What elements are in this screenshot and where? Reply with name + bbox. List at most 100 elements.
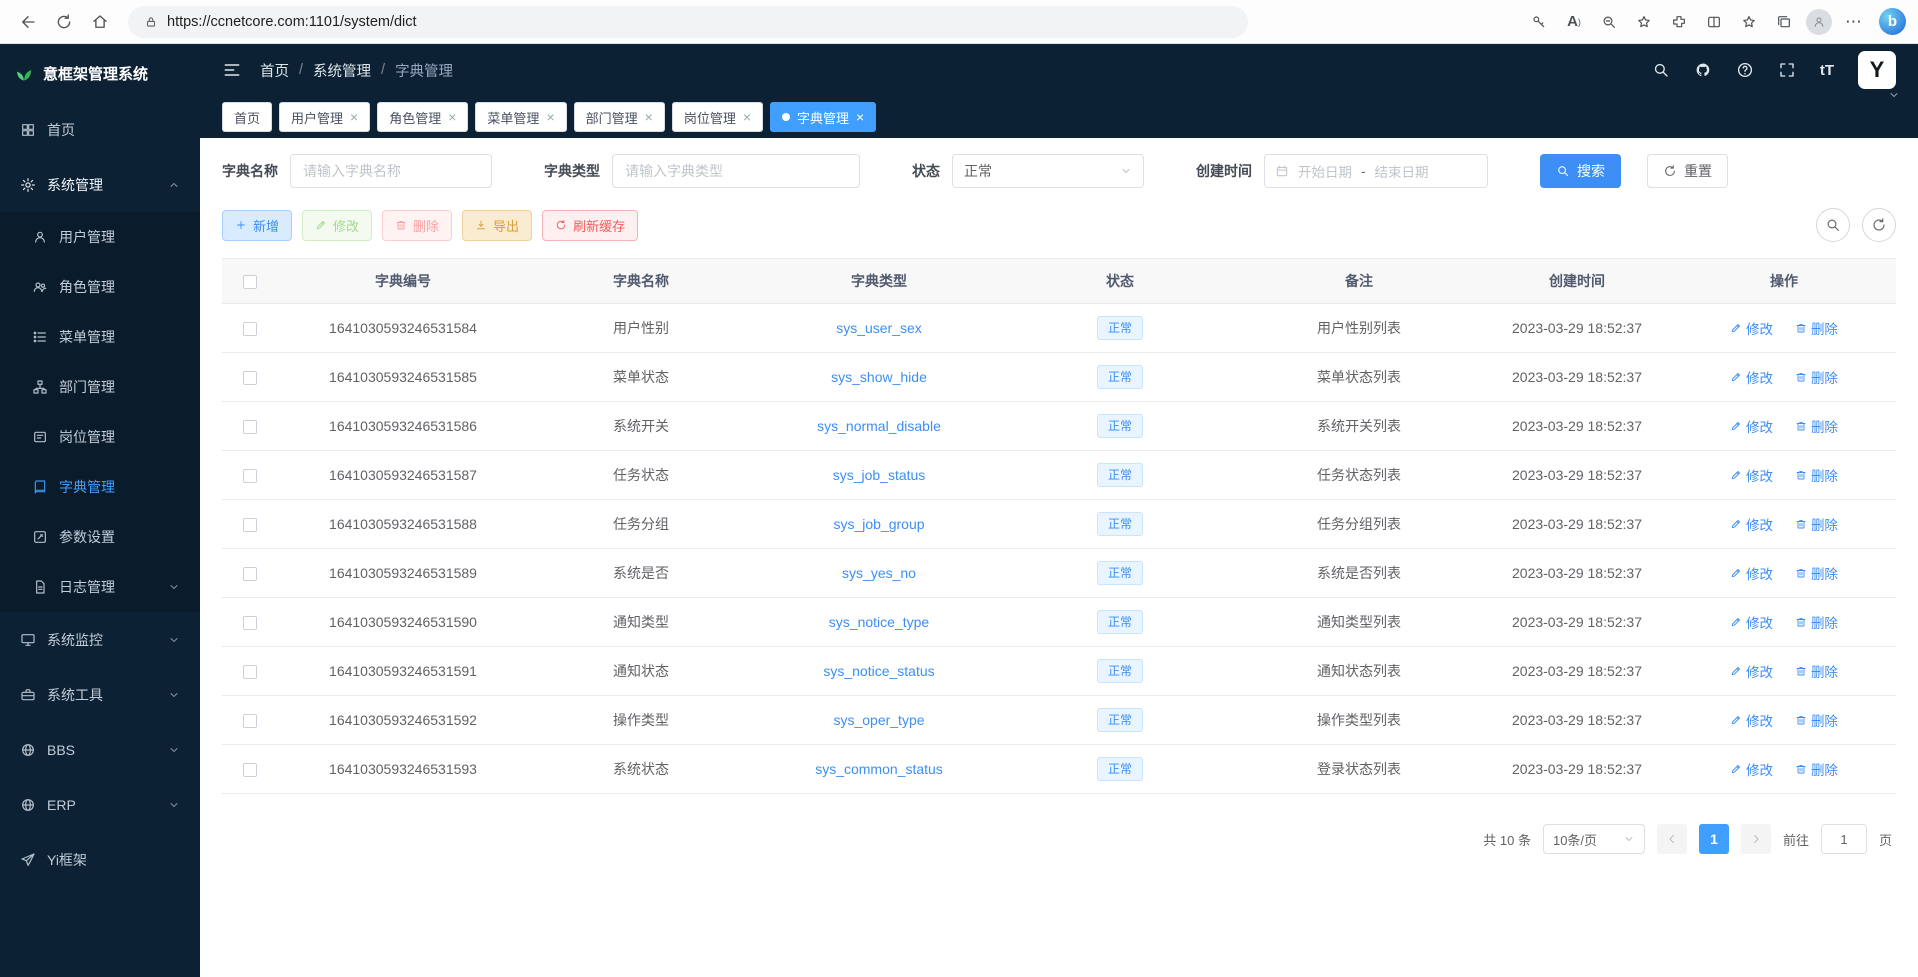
close-icon[interactable]: × [743, 110, 751, 124]
next-page-button[interactable] [1741, 824, 1771, 854]
header-search-icon[interactable] [1652, 61, 1670, 79]
browser-back-button[interactable] [12, 6, 44, 38]
row-delete-button[interactable]: 删除 [1795, 318, 1838, 338]
row-delete-button[interactable]: 删除 [1795, 563, 1838, 583]
dict-type-input[interactable] [612, 154, 860, 188]
sidebar-item-menu-management[interactable]: 菜单管理 [0, 312, 200, 362]
row-checkbox[interactable] [243, 420, 257, 434]
breadcrumb-item[interactable]: 系统管理 [313, 60, 371, 81]
dict-type-link[interactable]: sys_job_status [833, 467, 926, 483]
browser-reload-button[interactable] [48, 6, 80, 38]
sidebar-item-dept-management[interactable]: 部门管理 [0, 362, 200, 412]
sidebar-item-system-management[interactable]: 系统管理 [0, 157, 200, 212]
tab-home[interactable]: 首页 [222, 102, 272, 132]
goto-page-input[interactable] [1821, 824, 1867, 854]
close-icon[interactable]: × [350, 110, 358, 124]
row-delete-button[interactable]: 删除 [1795, 710, 1838, 730]
sidebar-item-dict-management[interactable]: 字典管理 [0, 462, 200, 512]
dict-type-link[interactable]: sys_show_hide [831, 369, 927, 385]
sidebar-item-post-management[interactable]: 岗位管理 [0, 412, 200, 462]
row-edit-button[interactable]: 修改 [1730, 514, 1773, 534]
browser-home-button[interactable] [84, 6, 116, 38]
row-edit-button[interactable]: 修改 [1730, 661, 1773, 681]
tab-role-management[interactable]: 角色管理× [377, 102, 468, 132]
row-checkbox[interactable] [243, 763, 257, 777]
refresh-table-button[interactable] [1862, 208, 1896, 242]
row-edit-button[interactable]: 修改 [1730, 465, 1773, 485]
row-checkbox[interactable] [243, 665, 257, 679]
user-logo-avatar[interactable]: Y [1858, 51, 1896, 89]
add-button[interactable]: 新增 [222, 210, 292, 241]
tab-dept-management[interactable]: 部门管理× [574, 102, 665, 132]
refresh-cache-button[interactable]: 刷新缓存 [542, 210, 638, 241]
dict-type-link[interactable]: sys_notice_status [823, 663, 934, 679]
row-checkbox[interactable] [243, 322, 257, 336]
row-edit-button[interactable]: 修改 [1730, 416, 1773, 436]
page-number-button[interactable]: 1 [1699, 824, 1729, 854]
dict-type-link[interactable]: sys_oper_type [833, 712, 924, 728]
row-checkbox[interactable] [243, 567, 257, 581]
select-all-checkbox[interactable] [243, 275, 257, 289]
help-icon[interactable] [1736, 61, 1754, 79]
sidebar-item-system-tools[interactable]: 系统工具 [0, 667, 200, 722]
sidebar-item-yi-framework[interactable]: Yi框架 [0, 832, 200, 887]
font-size-icon[interactable]: tT [1820, 62, 1834, 79]
dict-name-input[interactable] [290, 154, 492, 188]
dict-type-link[interactable]: sys_job_group [833, 516, 924, 532]
row-delete-button[interactable]: 删除 [1795, 759, 1838, 779]
sidebar-item-erp[interactable]: ERP [0, 777, 200, 832]
password-key-icon[interactable] [1523, 6, 1555, 38]
row-delete-button[interactable]: 删除 [1795, 661, 1838, 681]
close-icon[interactable]: × [856, 110, 864, 124]
reset-button[interactable]: 重置 [1647, 154, 1728, 188]
toggle-search-button[interactable] [1816, 208, 1850, 242]
tab-user-management[interactable]: 用户管理× [279, 102, 370, 132]
close-icon[interactable]: × [448, 110, 456, 124]
row-checkbox[interactable] [243, 714, 257, 728]
close-icon[interactable]: × [645, 110, 653, 124]
extensions-icon[interactable] [1663, 6, 1695, 38]
sidebar-item-bbs[interactable]: BBS [0, 722, 200, 777]
row-delete-button[interactable]: 删除 [1795, 465, 1838, 485]
search-button[interactable]: 搜索 [1540, 154, 1621, 188]
tab-post-management[interactable]: 岗位管理× [672, 102, 763, 132]
row-checkbox[interactable] [243, 371, 257, 385]
favorites-icon[interactable] [1733, 6, 1765, 38]
favorites-add-icon[interactable] [1628, 6, 1660, 38]
row-edit-button[interactable]: 修改 [1730, 563, 1773, 583]
collections-icon[interactable] [1768, 6, 1800, 38]
status-select[interactable]: 正常 [952, 154, 1144, 188]
date-range-picker[interactable]: 开始日期 - 结束日期 [1264, 154, 1488, 188]
tab-dict-management[interactable]: 字典管理× [770, 102, 876, 132]
fullscreen-icon[interactable] [1778, 61, 1796, 79]
row-edit-button[interactable]: 修改 [1730, 710, 1773, 730]
address-bar[interactable]: https://ccnetcore.com:1101/system/dict [128, 6, 1248, 38]
row-edit-button[interactable]: 修改 [1730, 612, 1773, 632]
row-delete-button[interactable]: 删除 [1795, 416, 1838, 436]
row-delete-button[interactable]: 删除 [1795, 367, 1838, 387]
dict-type-link[interactable]: sys_normal_disable [817, 418, 941, 434]
dict-type-link[interactable]: sys_notice_type [829, 614, 929, 630]
read-aloud-icon[interactable]: A) [1558, 6, 1590, 38]
delete-button[interactable]: 删除 [382, 210, 452, 241]
sidebar-item-home[interactable]: 首页 [0, 102, 200, 157]
sidebar-item-system-monitor[interactable]: 系统监控 [0, 612, 200, 667]
sidebar-item-log-management[interactable]: 日志管理 [0, 562, 200, 612]
edit-button[interactable]: 修改 [302, 210, 372, 241]
breadcrumb-item[interactable]: 首页 [260, 60, 289, 81]
prev-page-button[interactable] [1657, 824, 1687, 854]
row-edit-button[interactable]: 修改 [1730, 759, 1773, 779]
sidebar-item-param-settings[interactable]: 参数设置 [0, 512, 200, 562]
page-size-select[interactable]: 10条/页 [1543, 824, 1645, 854]
row-checkbox[interactable] [243, 518, 257, 532]
row-delete-button[interactable]: 删除 [1795, 612, 1838, 632]
row-checkbox[interactable] [243, 469, 257, 483]
dict-type-link[interactable]: sys_common_status [815, 761, 943, 777]
zoom-out-icon[interactable] [1593, 6, 1625, 38]
profile-avatar[interactable] [1803, 6, 1835, 38]
row-checkbox[interactable] [243, 616, 257, 630]
github-icon[interactable] [1694, 61, 1712, 79]
bing-icon[interactable]: b [1879, 8, 1906, 35]
close-icon[interactable]: × [546, 110, 554, 124]
browser-menu-icon[interactable]: ⋯ [1838, 6, 1870, 38]
